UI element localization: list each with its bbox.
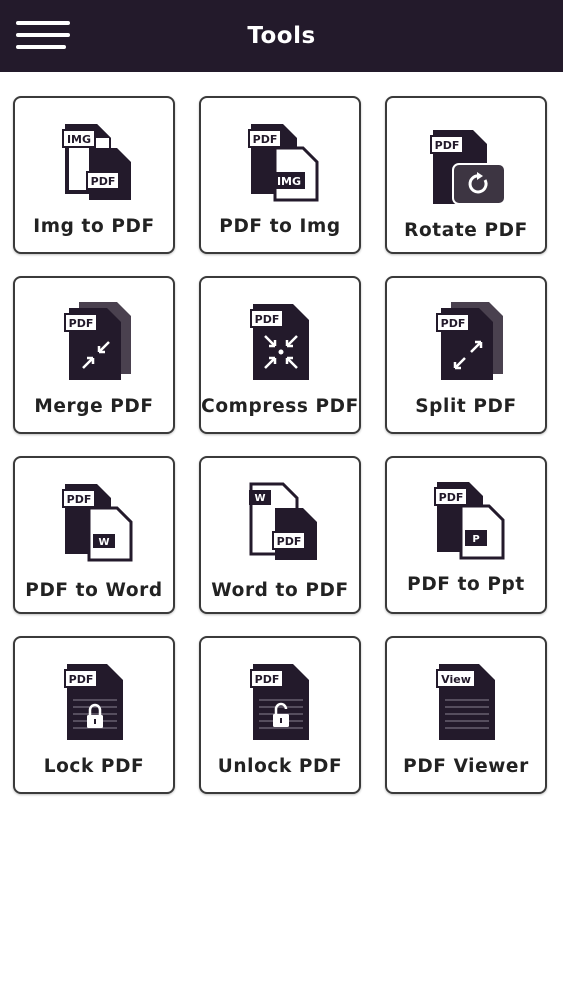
tool-label: Merge PDF bbox=[34, 396, 154, 417]
svg-text:PDF: PDF bbox=[439, 491, 464, 504]
tool-label: PDF to Ppt bbox=[407, 574, 525, 595]
tool-label: Lock PDF bbox=[43, 756, 145, 777]
tool-label: Split PDF bbox=[415, 396, 517, 417]
svg-text:IMG: IMG bbox=[277, 175, 301, 188]
tool-label: Compress PDF bbox=[201, 396, 359, 417]
tool-card-img-to-pdf[interactable]: IMG PDF Img to PDF bbox=[13, 96, 175, 254]
svg-text:PDF: PDF bbox=[69, 317, 94, 330]
tool-label: Unlock PDF bbox=[217, 756, 343, 777]
tool-card-pdf-to-ppt[interactable]: PDF P PDF to Ppt bbox=[385, 456, 547, 614]
tools-grid: IMG PDF Img to PDF PDF IMG PDF to Img PD… bbox=[0, 0, 563, 1000]
tool-label: Rotate PDF bbox=[404, 220, 528, 241]
merge-pdf-icon: PDF bbox=[64, 302, 131, 380]
tool-card-lock-pdf[interactable]: PDF Lock PDF bbox=[13, 636, 175, 794]
split-pdf-icon: PDF bbox=[436, 302, 503, 380]
svg-text:PDF: PDF bbox=[277, 535, 302, 548]
tool-card-merge-pdf[interactable]: PDF Merge PDF bbox=[13, 276, 175, 434]
svg-text:PDF: PDF bbox=[69, 673, 94, 686]
svg-text:PDF: PDF bbox=[441, 317, 466, 330]
tool-card-rotate-pdf[interactable]: PDF Rotate PDF bbox=[385, 96, 547, 254]
svg-text:P: P bbox=[472, 534, 479, 545]
tool-card-compress-pdf[interactable]: PDF Compress PDF bbox=[199, 276, 361, 434]
img-to-pdf-icon: IMG PDF bbox=[62, 124, 131, 200]
pdf-to-word-icon: PDF W bbox=[62, 484, 133, 562]
svg-text:W: W bbox=[98, 537, 109, 548]
svg-text:PDF: PDF bbox=[253, 133, 278, 146]
word-to-pdf-icon: W PDF bbox=[249, 482, 317, 560]
svg-text:IMG: IMG bbox=[67, 133, 91, 146]
tool-label: Word to PDF bbox=[211, 580, 349, 601]
tool-card-split-pdf[interactable]: PDF Split PDF bbox=[385, 276, 547, 434]
compress-pdf-icon: PDF bbox=[250, 304, 309, 380]
pdf-to-ppt-icon: PDF P bbox=[434, 482, 505, 560]
svg-text:PDF: PDF bbox=[255, 673, 280, 686]
tool-card-pdf-to-word[interactable]: PDF W PDF to Word bbox=[13, 456, 175, 614]
lock-pdf-icon: PDF bbox=[64, 664, 123, 740]
svg-text:PDF: PDF bbox=[255, 313, 280, 326]
tool-label: PDF to Word bbox=[25, 580, 163, 601]
pdf-viewer-icon: View bbox=[436, 664, 495, 740]
tool-label: PDF to Img bbox=[219, 216, 341, 237]
tool-card-pdf-viewer[interactable]: View PDF Viewer bbox=[385, 636, 547, 794]
tool-label: Img to PDF bbox=[33, 216, 155, 237]
tool-card-pdf-to-img[interactable]: PDF IMG PDF to Img bbox=[199, 96, 361, 254]
tool-label: PDF Viewer bbox=[403, 756, 529, 777]
rotate-pdf-icon: PDF bbox=[430, 130, 506, 205]
svg-text:W: W bbox=[254, 493, 265, 504]
tool-card-unlock-pdf[interactable]: PDF Unlock PDF bbox=[199, 636, 361, 794]
pdf-to-img-icon: PDF IMG bbox=[248, 124, 319, 202]
svg-text:PDF: PDF bbox=[435, 139, 460, 152]
tool-card-word-to-pdf[interactable]: W PDF Word to PDF bbox=[199, 456, 361, 614]
svg-text:PDF: PDF bbox=[67, 493, 92, 506]
svg-text:PDF: PDF bbox=[91, 175, 116, 188]
svg-text:View: View bbox=[441, 673, 471, 686]
unlock-pdf-icon: PDF bbox=[250, 664, 309, 740]
